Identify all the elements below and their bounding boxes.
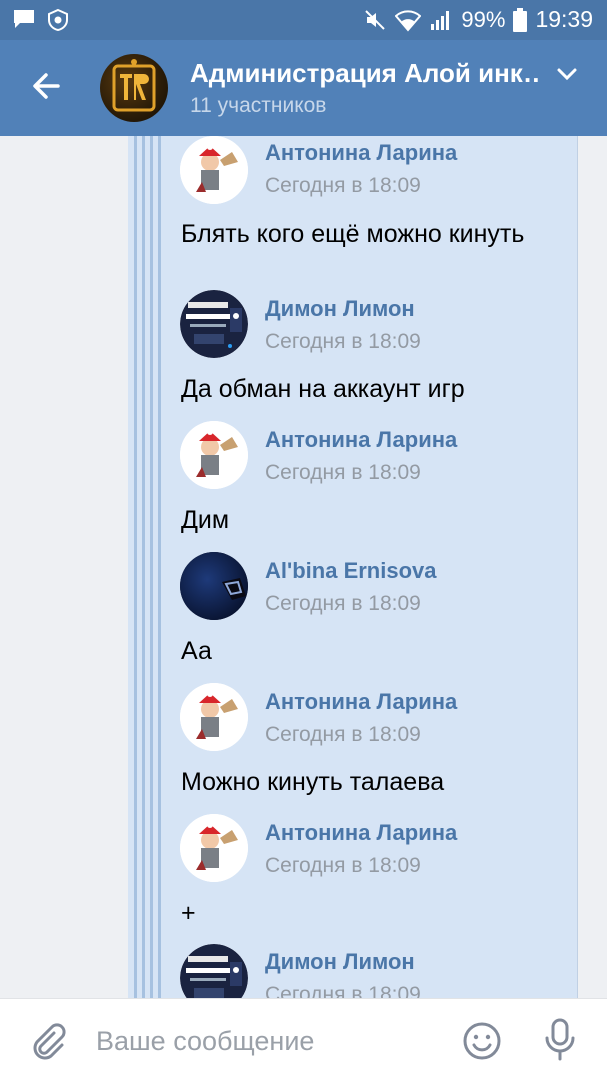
message-text: Аа bbox=[181, 637, 212, 665]
signal-icon bbox=[429, 8, 453, 32]
avatar-dimon[interactable] bbox=[180, 290, 248, 358]
forwarded-messages[interactable]: Антонина Ларина Сегодня в 18:09 Блять ко… bbox=[128, 136, 578, 998]
avatar-dimon[interactable] bbox=[180, 944, 248, 998]
members-count[interactable]: 11 участников bbox=[190, 94, 326, 118]
message-text: Блять кого ещё можно кинуть bbox=[181, 220, 525, 248]
group-avatar[interactable] bbox=[100, 54, 168, 122]
avatar-albina[interactable] bbox=[180, 552, 248, 620]
status-bar: 99% 19:39 bbox=[0, 0, 607, 40]
message-time: Сегодня в 18:09 bbox=[265, 174, 421, 197]
avatar-antonina[interactable] bbox=[180, 683, 248, 751]
message-author[interactable]: Al'bina Ernisova bbox=[265, 558, 437, 584]
message-composer bbox=[0, 998, 607, 1080]
battery-percent: 99% bbox=[461, 6, 506, 32]
message-author[interactable]: Димон Лимон bbox=[265, 296, 415, 322]
message-time: Сегодня в 18:09 bbox=[265, 723, 421, 746]
mute-icon bbox=[363, 8, 387, 32]
clock: 19:39 bbox=[535, 6, 593, 32]
chat-title[interactable]: Администрация Алой инк… bbox=[190, 58, 540, 89]
chat-header: Администрация Алой инк… 11 участников bbox=[0, 40, 607, 136]
microphone-icon bbox=[545, 1018, 575, 1061]
emoji-button[interactable] bbox=[462, 1021, 502, 1061]
message-time: Сегодня в 18:09 bbox=[265, 592, 421, 615]
back-button[interactable] bbox=[28, 66, 68, 106]
message-text: Можно кинуть талаева bbox=[181, 768, 445, 796]
avatar-antonina[interactable] bbox=[180, 136, 248, 204]
chevron-down-icon[interactable] bbox=[554, 64, 580, 84]
avatar-antonina[interactable] bbox=[180, 421, 248, 489]
chat-background bbox=[0, 136, 128, 998]
chat-notification-icon bbox=[12, 8, 36, 32]
forward-nesting-bars bbox=[128, 136, 168, 998]
wifi-icon bbox=[395, 8, 422, 32]
back-arrow-icon bbox=[33, 73, 60, 99]
vk-notification-icon bbox=[46, 8, 70, 32]
message-time: Сегодня в 18:09 bbox=[265, 854, 421, 877]
message-text: Да обман на аккаунт игр bbox=[181, 375, 465, 403]
message-author[interactable]: Антонина Ларина bbox=[265, 140, 457, 166]
message-author[interactable]: Антонина Ларина bbox=[265, 820, 457, 846]
message-text: + bbox=[181, 899, 196, 927]
message-author[interactable]: Антонина Ларина bbox=[265, 427, 457, 453]
message-text: Дим bbox=[181, 506, 230, 534]
message-input[interactable] bbox=[96, 1021, 426, 1061]
message-author[interactable]: Антонина Ларина bbox=[265, 689, 457, 715]
message-time: Сегодня в 18:09 bbox=[265, 330, 421, 353]
smile-icon bbox=[463, 1022, 501, 1060]
battery-icon bbox=[513, 7, 528, 32]
voice-message-button[interactable] bbox=[540, 1017, 580, 1061]
paperclip-icon bbox=[33, 1023, 66, 1060]
message-time: Сегодня в 18:09 bbox=[265, 983, 421, 998]
avatar-antonina[interactable] bbox=[180, 814, 248, 882]
attach-button[interactable] bbox=[30, 1021, 66, 1061]
message-time: Сегодня в 18:09 bbox=[265, 461, 421, 484]
message-author[interactable]: Димон Лимон bbox=[265, 949, 415, 975]
